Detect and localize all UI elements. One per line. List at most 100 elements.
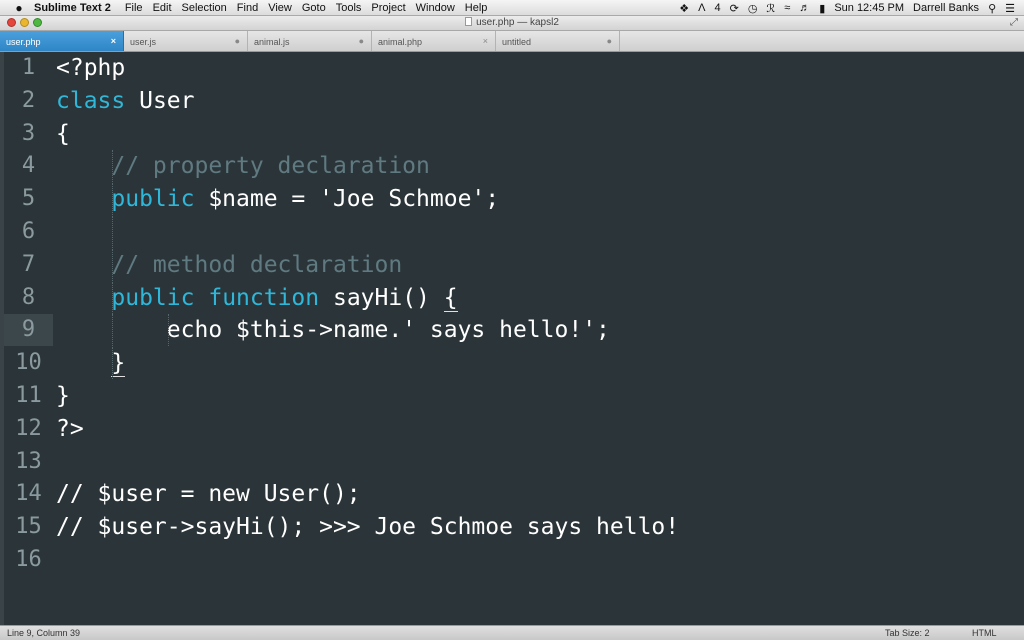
code-line[interactable]: 1 <?php [0, 52, 1024, 84]
code-text: ?> [56, 413, 84, 445]
code-text: // $user = new User(); [56, 478, 361, 510]
code-line[interactable]: 12 ?> [0, 413, 1024, 445]
indent-guide [112, 347, 114, 380]
menu-view[interactable]: View [268, 2, 292, 14]
tab-untitled[interactable]: untitled ● [496, 31, 620, 51]
code-line[interactable]: 13 [0, 446, 1024, 478]
line-number: 13 [15, 448, 42, 474]
line-number: 9 [4, 314, 53, 347]
menu-tools[interactable]: Tools [336, 2, 362, 14]
cursor-position: Line 9, Column 39 [7, 628, 81, 638]
adobe-icon[interactable]: Λ [698, 2, 705, 14]
code-text: } [56, 380, 70, 412]
menu-edit[interactable]: Edit [153, 2, 172, 14]
code-text: // $user->sayHi(); >>> Joe Schmoe says h… [56, 511, 679, 543]
code-token: echo $this->name.' says hello!'; [56, 317, 610, 344]
code-line[interactable]: 11} [0, 380, 1024, 412]
code-line[interactable]: 8 public function sayHi() { [0, 281, 1024, 314]
code-text: { [56, 118, 70, 150]
menu-project[interactable]: Project [371, 2, 405, 14]
line-number: 16 [15, 547, 42, 572]
menu-goto[interactable]: Goto [302, 2, 326, 14]
unsaved-dot-icon[interactable]: ● [359, 36, 364, 46]
code-line[interactable]: 3{ [0, 118, 1024, 150]
code-text: echo $this->name.' says hello!'; [56, 314, 610, 346]
fullscreen-icon[interactable]: ⤢ [1010, 17, 1018, 28]
menu-window[interactable]: Window [416, 2, 455, 14]
code-text: } [56, 347, 126, 379]
dropbox-icon[interactable]: ❖ [679, 2, 689, 15]
line-number: 8 [21, 284, 36, 310]
syntax-selector[interactable]: HTML [972, 628, 997, 638]
indent-guide [112, 314, 114, 347]
wifi-icon[interactable]: ≈ [784, 2, 790, 14]
code-line[interactable]: 7 // method declaration [0, 248, 1024, 281]
menubar-clock[interactable]: Sun 12:45 PM [834, 2, 904, 14]
code-line[interactable]: 14 // $user = new User(); [0, 478, 1024, 510]
spotlight-search-icon[interactable]: ⚲ [988, 2, 996, 15]
notification-center-icon[interactable]: ☰ [1005, 2, 1015, 15]
menu-find[interactable]: Find [237, 2, 258, 14]
code-line[interactable]: 2 class User [0, 85, 1024, 117]
tab-label: animal.php [378, 37, 423, 47]
sync-icon[interactable]: ⟳ [730, 2, 739, 15]
line-number: 5 [21, 186, 36, 212]
time-machine-icon[interactable]: ◷ [748, 2, 758, 15]
indent-guide [112, 150, 114, 183]
tab-user-php[interactable]: user.php × [0, 31, 124, 51]
battery-icon[interactable]: ▮ [819, 2, 825, 15]
keyword-token: function [208, 284, 320, 311]
code-line[interactable]: 6 [0, 216, 1024, 248]
code-line[interactable]: 4 // property declaration [0, 150, 1024, 183]
code-line[interactable]: 5 public $name = 'Joe Schmoe'; [0, 183, 1024, 216]
menu-selection[interactable]: Selection [182, 2, 227, 14]
code-line[interactable]: 10 } [0, 347, 1024, 380]
code-editor[interactable]: 1 <?php 2 class User 3{4 // property declara… [0, 52, 1024, 625]
code-token: ?> [56, 415, 84, 442]
keyword-token: class [56, 87, 126, 114]
unsaved-dot-icon[interactable]: ● [235, 36, 240, 46]
tab-size-selector[interactable]: Tab Size: 2 [885, 628, 930, 638]
window-titlebar: user.php — kapsl2 ⤢ [0, 16, 1024, 31]
document-icon [465, 17, 473, 26]
close-tab-icon[interactable]: × [111, 36, 116, 46]
close-tab-icon[interactable]: × [483, 36, 488, 46]
tab-animal-php[interactable]: animal.php × [372, 31, 496, 51]
menu-help[interactable]: Help [465, 2, 488, 14]
volume-icon[interactable]: ♬ [799, 2, 810, 14]
tab-user-js[interactable]: user.js ● [124, 31, 248, 51]
tab-label: user.js [130, 37, 157, 47]
status-menu-area: ❖ Λ 4 ⟳ ◷ ℛ ≈ ♬ ▮ Sun 12:45 PM Darrell B… [679, 0, 1024, 16]
code-line[interactable]: 9 echo $this->name.' says hello!'; [0, 314, 1024, 347]
bluetooth-icon[interactable]: ℛ [766, 2, 775, 15]
code-token: User [125, 87, 195, 114]
line-number: 3 [21, 120, 36, 146]
menu-bar: ● Sublime Text 2 File Edit Selection Fin… [0, 0, 1024, 16]
unsaved-dot-icon[interactable]: ● [607, 36, 612, 46]
code-line[interactable]: 16 [0, 544, 1024, 576]
line-number: 10 [15, 350, 42, 376]
code-token: sayHi() [319, 284, 444, 311]
code-token: } [56, 383, 70, 409]
menu-file[interactable]: File [125, 2, 143, 14]
app-menu[interactable]: Sublime Text 2 [34, 2, 111, 14]
tab-label: untitled [502, 37, 532, 47]
keyword-token: public [111, 186, 195, 213]
line-number: 14 [15, 481, 42, 507]
line-number: 6 [21, 219, 36, 244]
line-number: 15 [15, 514, 42, 540]
menubar-user[interactable]: Darrell Banks [913, 2, 979, 14]
tab-label: animal.js [254, 37, 290, 47]
indent-guide [112, 248, 114, 281]
code-token: $name = 'Joe Schmoe'; [194, 186, 500, 213]
code-line[interactable]: 15 // $user->sayHi(); >>> Joe Schmoe says… [0, 511, 1024, 543]
tab-animal-js[interactable]: animal.js ● [248, 31, 372, 51]
indent-guide [112, 281, 114, 314]
comment-token: // method declaration [56, 251, 403, 278]
code-text: class User [56, 85, 195, 117]
apple-menu-icon[interactable]: ● [12, 1, 26, 15]
code-token: // $user = new User(); [56, 481, 361, 508]
